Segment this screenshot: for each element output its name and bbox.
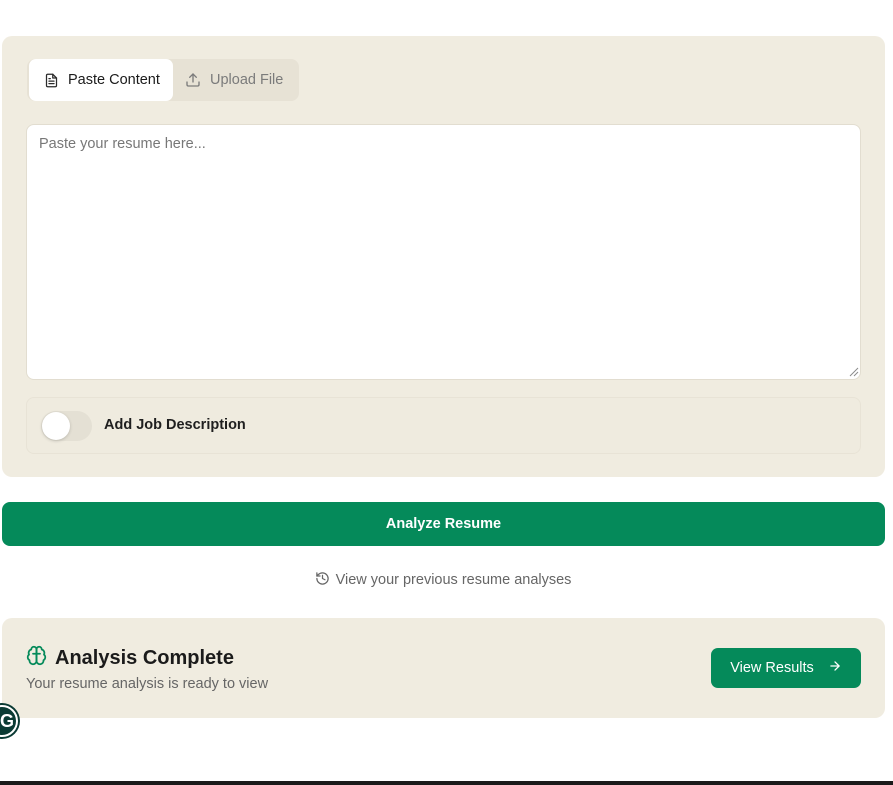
result-heading: Analysis Complete bbox=[26, 645, 234, 671]
analyze-resume-button[interactable]: Analyze Resume bbox=[2, 502, 885, 546]
view-results-button[interactable]: View Results bbox=[711, 648, 861, 688]
upload-icon bbox=[185, 72, 201, 88]
toggle-knob bbox=[42, 412, 70, 440]
brain-icon bbox=[26, 645, 47, 671]
resume-textarea[interactable] bbox=[26, 124, 861, 380]
g-badge-letter: G bbox=[0, 710, 14, 731]
previous-analyses-link[interactable]: View your previous resume analyses bbox=[0, 569, 886, 591]
tab-paste-content[interactable]: Paste Content bbox=[29, 59, 173, 101]
tab-paste-content-label: Paste Content bbox=[68, 72, 160, 88]
view-results-label: View Results bbox=[730, 660, 814, 676]
result-subtitle: Your resume analysis is ready to view bbox=[26, 676, 269, 692]
document-icon bbox=[44, 73, 59, 88]
previous-analyses-label: View your previous resume analyses bbox=[335, 572, 572, 588]
result-title: Analysis Complete bbox=[55, 646, 234, 669]
job-description-toggle[interactable] bbox=[41, 411, 92, 441]
job-description-label: Add Job Description bbox=[104, 417, 246, 433]
input-mode-tabs: Paste Content Upload File bbox=[27, 59, 299, 101]
arrow-right-icon bbox=[828, 659, 842, 677]
tab-upload-file[interactable]: Upload File bbox=[173, 59, 283, 101]
resize-handle-icon[interactable] bbox=[849, 367, 859, 377]
tab-upload-file-label: Upload File bbox=[210, 72, 284, 88]
history-icon bbox=[315, 571, 330, 590]
bottom-edge-bar bbox=[0, 781, 893, 785]
job-description-row: Add Job Description bbox=[26, 397, 861, 454]
